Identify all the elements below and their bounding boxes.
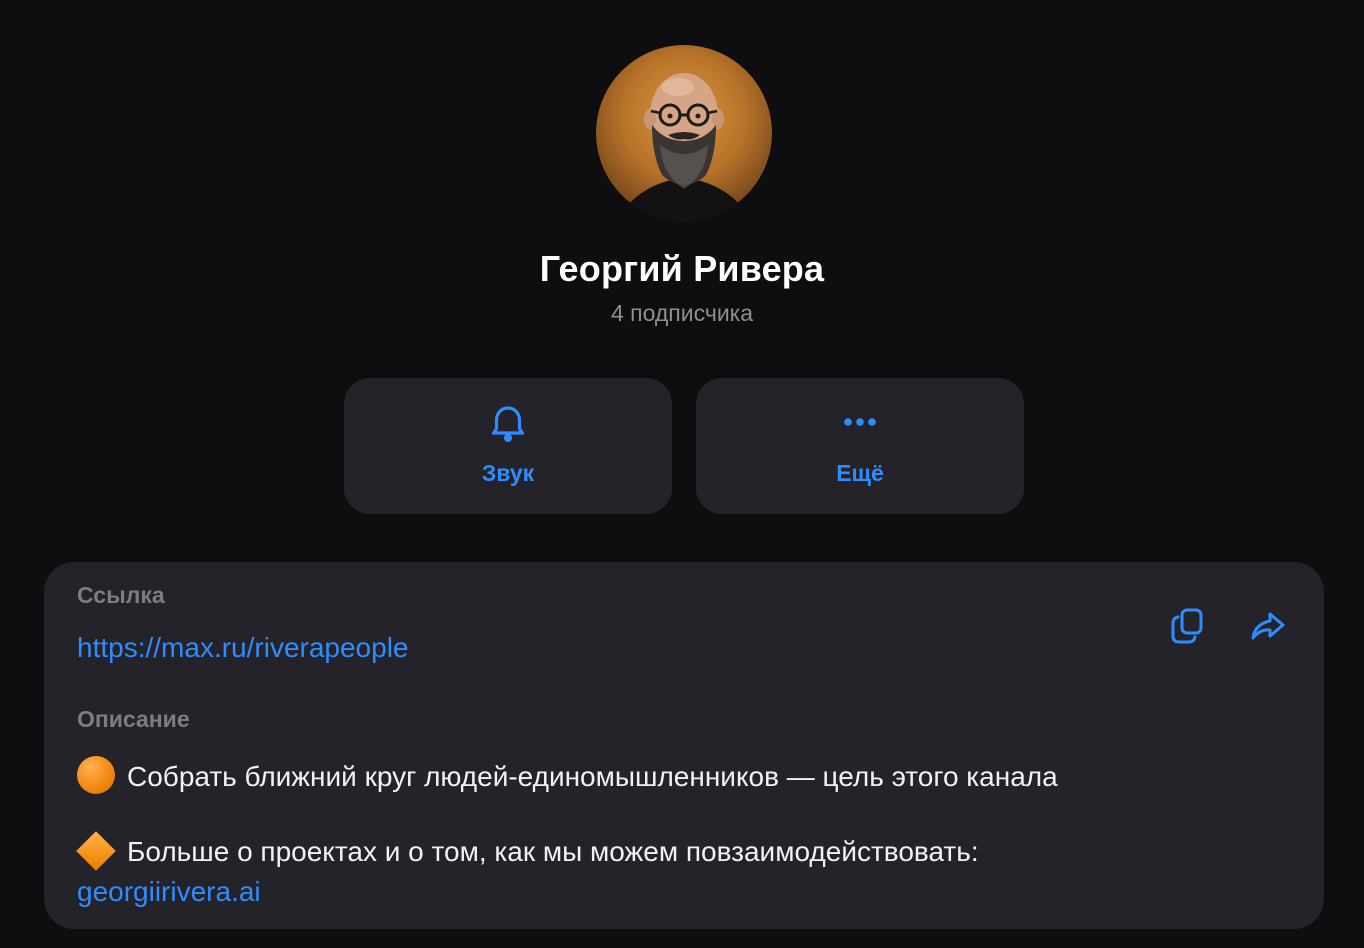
description-line: Больше о проектах и о том, как мы можем …: [76, 831, 979, 871]
more-dots-icon: [844, 418, 876, 426]
channel-profile-page: Георгий Ривера 4 подписчика Звук Ещё Ссы…: [0, 0, 1364, 948]
channel-name: Георгий Ривера: [539, 248, 825, 289]
share-icon: [1251, 612, 1285, 640]
orange-diamond-emoji: [76, 831, 116, 871]
avatar-portrait: [616, 73, 752, 221]
subscriber-count: 4 подписчика: [610, 300, 754, 326]
sound-button[interactable]: Звук: [344, 378, 672, 514]
description-line: Собрать ближний круг людей-единомышленни…: [77, 756, 1058, 794]
more-button[interactable]: Ещё: [696, 378, 1024, 514]
copy-icon: [1171, 608, 1203, 644]
link-section-title: Ссылка: [77, 582, 165, 608]
description-line-text: Собрать ближний круг людей-единомышленни…: [127, 761, 1058, 792]
description-section-title: Описание: [77, 706, 190, 732]
copy-link-button[interactable]: [1168, 606, 1208, 646]
description-website-link[interactable]: georgiirivera.ai: [77, 876, 261, 908]
share-link-button[interactable]: [1248, 606, 1288, 646]
description-line-text: Больше о проектах и о том, как мы можем …: [127, 836, 979, 867]
channel-info-card: Ссылка https://max.ru/riverapeople Описа…: [44, 562, 1324, 929]
more-button-label: Ещё: [836, 460, 884, 486]
bell-icon: [491, 406, 525, 442]
avatar[interactable]: [596, 45, 772, 221]
sound-button-label: Звук: [481, 460, 535, 486]
channel-link[interactable]: https://max.ru/riverapeople: [77, 632, 409, 664]
orange-circle-emoji: [77, 756, 115, 794]
